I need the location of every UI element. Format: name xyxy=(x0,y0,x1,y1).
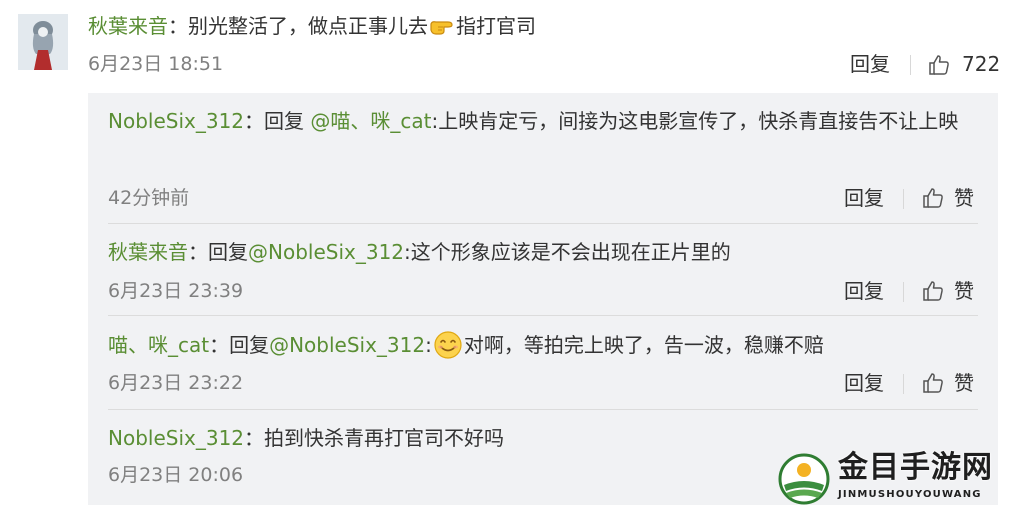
avatar[interactable] xyxy=(18,14,68,70)
reply-content: :这个形象应该是不会出现在正片里的 xyxy=(404,240,731,264)
watermark-en-text: JINMUSHOUYOUWANG xyxy=(838,489,982,500)
like-button[interactable]: 赞 xyxy=(954,185,974,211)
action-divider xyxy=(903,374,904,394)
thumbs-up-icon[interactable] xyxy=(921,279,945,303)
comment-username[interactable]: 秋葉来音 xyxy=(88,14,168,38)
divider xyxy=(108,409,978,410)
reply-timestamp: 6月23日 23:39 xyxy=(108,280,244,302)
comment-timestamp: 6月23日 18:51 xyxy=(88,53,224,75)
reply-button[interactable]: 回复 xyxy=(850,51,890,77)
reply-button[interactable]: 回复 xyxy=(844,278,884,304)
action-divider xyxy=(910,55,911,75)
reply-text-line: 喵、咪_cat：回复@NobleSix_312: 对啊，等拍完上映了，告一波，稳… xyxy=(108,326,978,364)
comment-text-line: 秋葉来音：别光整活了，做点正事儿去 指打官司 xyxy=(88,10,536,42)
colon: ： xyxy=(244,109,265,133)
reply-text-line: 秋葉来音：回复@NobleSix_312:这个形象应该是不会出现在正片里的 xyxy=(108,233,978,271)
reply-colon: : xyxy=(425,333,432,357)
action-divider xyxy=(903,282,904,302)
smile-emoji-icon xyxy=(434,331,462,359)
colon: ： xyxy=(244,426,265,450)
comment-text: 别光整活了，做点正事儿去 xyxy=(188,14,428,38)
watermark: 金目手游网 JINMUSHOUYOUWANG xyxy=(776,449,1006,509)
list-item: 秋葉来音：回复@NobleSix_312:这个形象应该是不会出现在正片里的 xyxy=(108,233,978,271)
reply-button[interactable]: 回复 xyxy=(844,185,884,211)
colon: ： xyxy=(209,333,230,357)
mention-link[interactable]: @喵、咪_cat xyxy=(310,109,431,133)
reply-username[interactable]: 秋葉来音 xyxy=(108,240,188,264)
thumbs-up-icon[interactable] xyxy=(921,186,945,210)
divider xyxy=(108,315,978,316)
reply-username[interactable]: NobleSix_312 xyxy=(108,426,244,450)
reply-content: :上映肯定亏，间接为这电影宣传了，快杀青直接告不让上映 xyxy=(431,109,959,133)
hand-pointing-icon xyxy=(430,21,453,35)
action-divider xyxy=(903,189,904,209)
reply-list: NobleSix_312：回复 @喵、咪_cat:上映肯定亏，间接为这电影宣传了… xyxy=(88,93,998,505)
mention-link[interactable]: @NobleSix_312 xyxy=(248,240,404,264)
reply-text-line: NobleSix_312：回复 @喵、咪_cat:上映肯定亏，间接为这电影宣传了… xyxy=(108,102,978,140)
comment-text-tail: 指打官司 xyxy=(456,14,536,38)
watermark-cn-text: 金目手游网 xyxy=(838,450,993,485)
reply-timestamp: 42分钟前 xyxy=(108,187,190,209)
reply-username[interactable]: NobleSix_312 xyxy=(108,109,244,133)
reply-content: 拍到快杀青再打官司不好吗 xyxy=(264,426,505,450)
reply-word: 回复 xyxy=(229,333,270,357)
reply-timestamp: 6月23日 23:22 xyxy=(108,372,244,394)
reply-timestamp: 6月23日 20:06 xyxy=(108,464,244,486)
list-item: NobleSix_312：回复 @喵、咪_cat:上映肯定亏，间接为这电影宣传了… xyxy=(108,102,978,140)
like-button[interactable]: 赞 xyxy=(954,370,974,396)
mention-link[interactable]: @NobleSix_312 xyxy=(269,333,425,357)
thumbs-up-icon[interactable] xyxy=(921,371,945,395)
weibo-comment-page: 秋葉来音：别光整活了，做点正事儿去 指打官司 6月23日 18:51 回复 72… xyxy=(0,0,1015,512)
reply-username[interactable]: 喵、咪_cat xyxy=(108,333,209,357)
like-button[interactable]: 赞 xyxy=(954,278,974,304)
like-count: 722 xyxy=(962,52,1001,76)
thumbs-up-icon[interactable] xyxy=(927,53,951,77)
reply-word: 回复 xyxy=(264,109,305,133)
divider xyxy=(108,223,978,224)
colon: ： xyxy=(168,14,188,38)
reply-content: 对啊，等拍完上映了，告一波，稳赚不赔 xyxy=(463,333,824,357)
reply-word: 回复 xyxy=(208,240,248,264)
colon: ： xyxy=(188,240,208,264)
site-logo-icon xyxy=(778,453,830,505)
list-item: 喵、咪_cat：回复@NobleSix_312: 对啊，等拍完上映了，告一波，稳… xyxy=(108,326,978,364)
reply-button[interactable]: 回复 xyxy=(844,370,884,396)
